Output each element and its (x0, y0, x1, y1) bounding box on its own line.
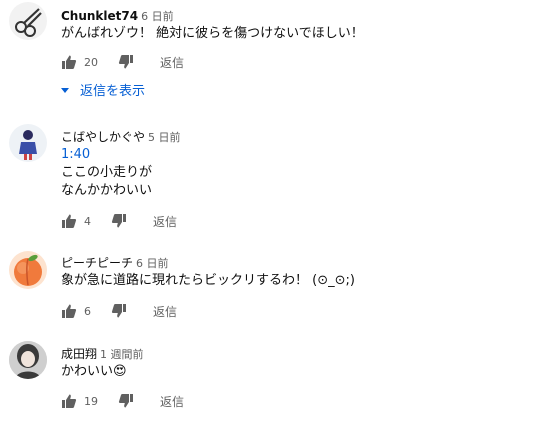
avatar[interactable] (9, 251, 47, 289)
comment-time[interactable]: 5 日前 (148, 131, 181, 144)
like-count: 20 (84, 55, 98, 69)
like-button[interactable] (61, 393, 77, 409)
caret-down-icon (61, 87, 69, 93)
reply-button[interactable]: 返信 (160, 393, 184, 410)
timestamp-link[interactable]: 1:40 (61, 146, 152, 164)
comment-time[interactable]: 1 週間前 (100, 348, 144, 361)
reply-button[interactable]: 返信 (160, 54, 184, 71)
thumbs-down-icon (111, 304, 126, 318)
thumbs-up-icon (62, 55, 77, 69)
thumbs-down-icon (118, 394, 133, 408)
comment-text: 1:40 ここの小走りが なんかかわいい (61, 146, 153, 198)
thumbs-up-icon (62, 394, 77, 408)
reply-button[interactable]: 返信 (153, 213, 177, 230)
scissors-icon (15, 8, 42, 37)
peach-icon (14, 254, 42, 286)
show-replies-button[interactable]: 返信を表示 (60, 80, 145, 99)
like-count: 4 (84, 214, 91, 228)
comment-time[interactable]: 6 日前 (136, 257, 169, 270)
avatar[interactable] (9, 2, 47, 40)
like-count: 6 (84, 304, 91, 318)
comment-text: がんばれゾウ！ 絶対に彼らを傷つけないでほしい！ (61, 26, 364, 41)
comment-author[interactable]: Chunklet74 (61, 9, 138, 23)
dislike-button[interactable] (111, 213, 127, 229)
comment-author[interactable]: ピーチピーチ (61, 256, 133, 270)
figure-avatar-icon (19, 130, 37, 160)
thumbs-down-icon (111, 214, 126, 228)
comment-time[interactable]: 6 日前 (141, 10, 174, 23)
comment-author[interactable]: こばやしかぐや (61, 130, 145, 144)
avatar[interactable] (9, 341, 47, 379)
thumbs-up-icon (62, 304, 77, 318)
girl-portrait-icon (9, 341, 47, 379)
heart-eyes-emoji: 😍 (113, 364, 127, 379)
like-button[interactable] (61, 54, 77, 70)
dislike-button[interactable] (118, 393, 134, 409)
thumbs-down-icon (118, 55, 133, 69)
dislike-button[interactable] (111, 303, 127, 319)
comment-text: かわいい😍 (61, 364, 127, 379)
reply-button[interactable]: 返信 (153, 303, 177, 320)
like-button[interactable] (61, 213, 77, 229)
thumbs-up-icon (62, 214, 77, 228)
avatar[interactable] (9, 124, 47, 162)
like-count: 19 (84, 394, 98, 408)
dislike-button[interactable] (118, 54, 134, 70)
comment-author[interactable]: 成田翔 (61, 347, 97, 361)
like-button[interactable] (61, 303, 77, 319)
comment-text: 象が急に道路に現れたらビックリするわ！ (⊙_⊙;) (61, 273, 355, 288)
show-replies-label: 返信を表示 (80, 84, 146, 99)
